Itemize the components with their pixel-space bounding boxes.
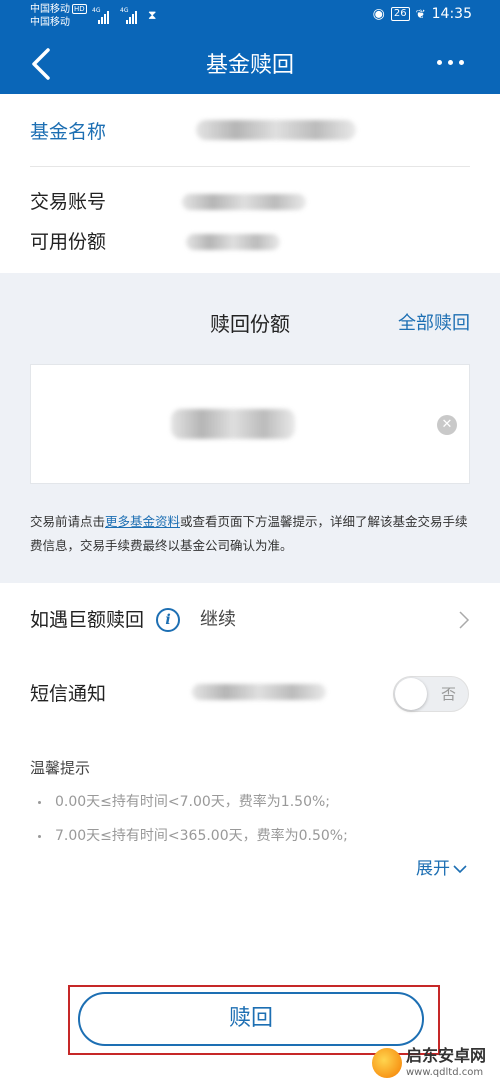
status-bar: 中国移动 HD 中国移动 4G 4G ⧗ ◉ 26 ❦ 14:35 <box>0 0 500 32</box>
leaf-icon: ❦ <box>415 7 426 21</box>
phone-redacted <box>192 684 326 700</box>
carrier-secondary: 中国移动 <box>30 17 70 28</box>
redeem-amount-box[interactable]: ✕ <box>30 364 470 484</box>
large-redeem-value[interactable]: 继续 <box>200 606 236 634</box>
battery-icon: 26 <box>390 7 410 21</box>
carrier-primary: 中国移动 HD <box>30 4 87 15</box>
signal-icon: 4G <box>92 7 109 24</box>
hd-badge: HD <box>72 4 87 14</box>
info-icon[interactable]: i <box>156 608 180 632</box>
account-redacted <box>182 194 306 210</box>
sms-toggle[interactable]: 否 <box>393 676 469 712</box>
expand-link[interactable]: 展开 <box>416 856 468 882</box>
page-title: 基金赎回 <box>205 53 294 78</box>
chevron-down-icon <box>453 865 467 874</box>
redeem-button[interactable]: 赎回 <box>78 992 424 1046</box>
account-label: 交易账号 <box>30 191 107 213</box>
sms-label: 短信通知 <box>30 683 107 705</box>
fund-name-label: 基金名称 <box>30 121 107 143</box>
tips-title: 温馨提示 <box>30 759 91 777</box>
eye-icon: ◉ <box>372 6 385 22</box>
watermark: 启东安卓网 www.qdltd.com <box>372 1046 500 1084</box>
status-right: ◉ 26 ❦ 14:35 <box>373 6 472 22</box>
signal-icon-2: 4G <box>120 7 137 24</box>
clear-icon[interactable]: ✕ <box>437 415 457 435</box>
watermark-logo-icon <box>372 1048 402 1078</box>
clock: 14:35 <box>431 6 472 22</box>
top-bar: 中国移动 HD 中国移动 4G 4G ⧗ ◉ 26 ❦ 14:35 基金赎回 <box>0 0 500 94</box>
hourglass-icon: ⧗ <box>148 8 157 22</box>
shares-redacted <box>186 234 280 250</box>
amount-redacted <box>171 409 295 439</box>
toggle-knob <box>395 678 427 710</box>
fund-name-redacted <box>196 120 356 140</box>
chevron-right-icon[interactable] <box>458 610 470 630</box>
redeem-notice: 交易前请点击更多基金资料或查看页面下方温馨提示，详细了解该基金交易手续费信息，交… <box>30 514 468 553</box>
more-fund-info-link[interactable]: 更多基金资料 <box>105 514 180 529</box>
more-icon[interactable] <box>437 60 464 65</box>
tip-item: 7.00天≤持有时间<365.00天，费率为0.50%; <box>38 824 348 848</box>
tip-item: 0.00天≤持有时间<7.00天，费率为1.50%; <box>38 790 330 814</box>
divider <box>30 166 470 167</box>
redeem-all-link[interactable]: 全部赎回 <box>398 310 470 338</box>
large-redeem-label: 如遇巨额赎回 <box>30 609 145 631</box>
shares-label: 可用份额 <box>30 231 107 253</box>
